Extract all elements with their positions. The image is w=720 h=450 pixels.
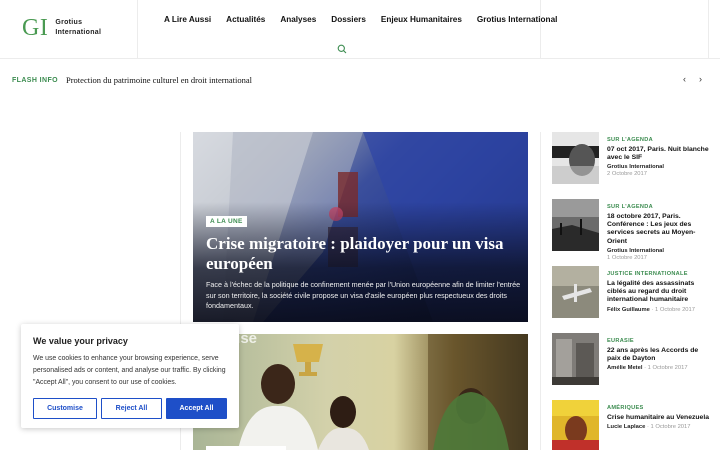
header-divider [137,0,138,59]
nav-item-actualites[interactable]: Actualités [226,15,265,24]
nav-item-a-lire-aussi[interactable]: A Lire Aussi [164,15,211,24]
sidebar-article-thumbnail[interactable] [552,400,599,450]
flash-info-bar: FLASH INFO Protection du patrimoine cult… [12,75,252,85]
sidebar-article[interactable]: JUSTICE INTERNATIONALE La légalité des a… [552,266,712,318]
sidebar-article-category[interactable]: SUR L'AGENDA [607,137,712,143]
category-badge[interactable]: A LA UNE [206,216,247,227]
sidebar-article-category[interactable]: AMÉRIQUES [607,405,712,411]
sidebar-article[interactable]: SUR L'AGENDA 07 oct 2017, Paris. Nuit bl… [552,132,712,184]
cookie-consent-banner: We value your privacy We use cookies to … [21,324,239,428]
sidebar-article-title[interactable]: 07 oct 2017, Paris. Nuit blanche avec le… [607,146,712,162]
cookie-message: We use cookies to enhance your browsing … [33,355,226,386]
logo-mark: GI [22,15,49,41]
accept-all-button[interactable]: Accept All [166,398,227,419]
sidebar-article-author[interactable]: Grotius International [607,248,664,254]
nav-item-dossiers[interactable]: Dossiers [331,15,366,24]
sidebar-article-date: 1 Octobre 2017 [607,254,647,261]
sidebar-article-date: 1 Octobre 2017 [655,306,695,313]
featured-article-title[interactable]: Crise migratoire : plaidoyer pour un vis… [206,234,516,274]
sidebar-article-category[interactable]: SUR L'AGENDA [607,204,712,210]
column-divider [540,132,541,450]
customise-button[interactable]: Customise [33,398,97,419]
sidebar-article-author[interactable]: Félix Guillaume [607,307,650,313]
reject-all-button[interactable]: Reject All [101,398,162,419]
sidebar-article-thumbnail[interactable] [552,266,599,318]
sidebar-article-date: 2 Octobre 2017 [607,171,647,178]
sidebar-article-title[interactable]: 18 octobre 2017, Paris. Conférence : Les… [607,213,712,246]
sidebar-article-category[interactable]: EURASIE [607,338,712,344]
sidebar-article[interactable]: AMÉRIQUES Crise humanitaire au Venezuela… [552,400,712,450]
logo-wordmark: Grotius International [55,19,102,36]
sidebar-article-title[interactable]: 22 ans après les Accords de paix de Dayt… [607,347,712,363]
nav-item-grotius-international[interactable]: Grotius International [477,15,558,24]
main-nav: A Lire Aussi Actualités Analyses Dossier… [164,15,572,24]
featured-article[interactable]: A LA UNE Crise migratoire : plaidoyer po… [193,132,528,322]
sidebar-article[interactable]: EURASIE 22 ans après les Accords de paix… [552,333,712,385]
secondary-article-art [238,334,528,450]
flash-next-button[interactable]: › [699,74,702,84]
nav-item-analyses[interactable]: Analyses [280,15,316,24]
sidebar-article-title[interactable]: Crise humanitaire au Venezuela [607,414,712,422]
search-icon[interactable] [337,44,347,54]
sidebar-article-author[interactable]: Amélie Metel [607,365,642,371]
secondary-article[interactable]: ertise [193,334,528,450]
nav-item-enjeux-humanitaires[interactable]: Enjeux Humanitaires [381,15,462,24]
header-divider [708,0,709,59]
secondary-article-tag [206,446,286,450]
flash-prev-button[interactable]: ‹ [683,74,686,84]
sidebar-article-thumbnail[interactable] [552,132,599,184]
site-logo[interactable]: GI Grotius International [22,15,101,41]
sidebar-article-date: 1 Octobre 2017 [650,424,691,431]
flash-info-headline[interactable]: Protection du patrimoine culturel en dro… [66,75,252,85]
featured-article-excerpt: Face à l'échec de la politique de confin… [206,280,521,310]
sidebar-article-title[interactable]: La légalité des assassinats ciblés au re… [607,280,712,305]
sidebar-article-category[interactable]: JUSTICE INTERNATIONALE [607,271,712,277]
sidebar-article-author[interactable]: Grotius International [607,164,664,170]
sidebar-article[interactable]: SUR L'AGENDA 18 octobre 2017, Paris. Con… [552,199,712,261]
sidebar-article-thumbnail[interactable] [552,333,599,385]
sidebar-article-author[interactable]: Lucie Laplace [607,424,645,430]
sidebar-article-date: 1 Octobre 2017 [647,365,688,372]
header-divider [540,0,541,59]
flash-info-label: FLASH INFO [12,76,58,84]
cookie-title: We value your privacy [33,336,128,346]
sidebar-article-thumbnail[interactable] [552,199,599,251]
site-header: GI Grotius International A Lire Aussi Ac… [0,0,720,59]
